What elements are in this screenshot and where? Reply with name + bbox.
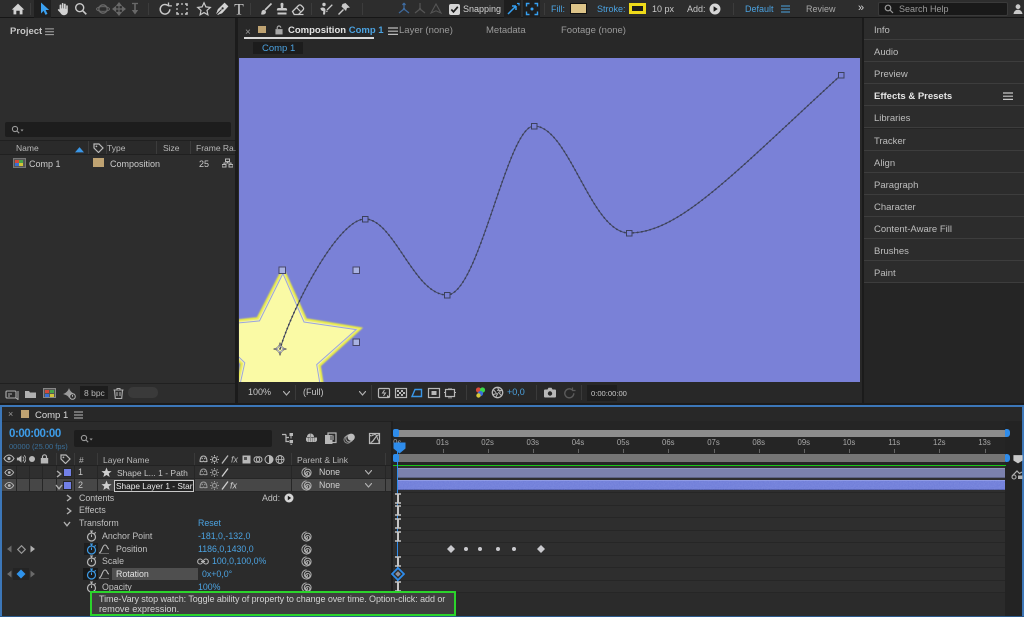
svg-text:fx: fx <box>230 481 238 491</box>
svg-text:T: T <box>234 2 244 18</box>
svg-text:fx: fx <box>231 454 239 464</box>
